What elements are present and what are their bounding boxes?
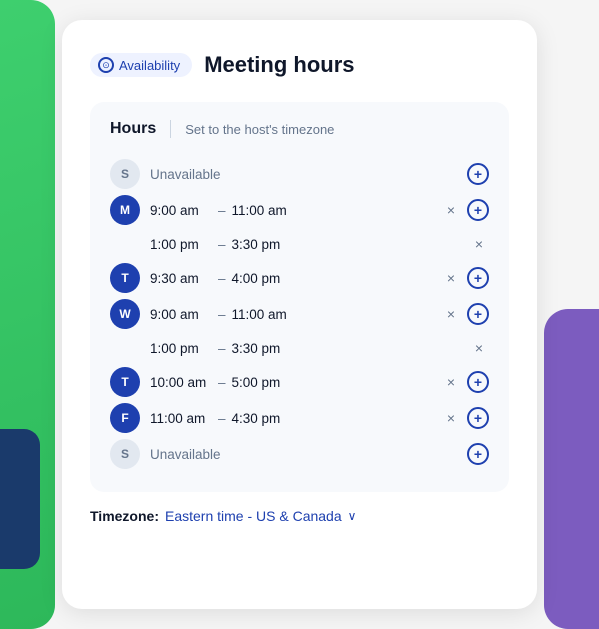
wednesday-actions-2: × [469,338,489,358]
wednesday-slot-2: 1:00 pm – 3:30 pm [150,341,469,356]
table-row: T 9:30 am – 4:00 pm × + [110,260,489,296]
hours-label: Hours [110,120,156,138]
table-row: W 9:00 am – 11:00 am × + [110,296,489,332]
dash: – [218,271,226,286]
availability-label: Availability [119,58,180,73]
table-row: S Unavailable + [110,156,489,192]
bg-purple-shape [544,309,599,629]
day-badge-tuesday: T [110,263,140,293]
remove-monday-1-button[interactable]: × [441,200,461,220]
saturday-actions: + [467,443,489,465]
friday-end-1: 4:30 pm [232,411,294,426]
unavailable-sunday: Unavailable [150,167,221,182]
table-row: T 10:00 am – 5:00 pm × + [110,364,489,400]
sunday-actions: + [467,163,489,185]
wednesday-start-2: 1:00 pm [150,341,212,356]
remove-wednesday-1-button[interactable]: × [441,304,461,324]
bg-blue-shape [0,429,40,569]
table-row: 1:00 pm – 3:30 pm × [110,228,489,260]
timezone-label: Timezone: [90,508,159,524]
wednesday-end-1: 11:00 am [232,307,294,322]
unavailable-saturday: Unavailable [150,447,221,462]
tuesday-slot-1: 9:30 am – 4:00 pm [150,271,441,286]
main-card: ⊙ Availability Meeting hours Hours Set t… [62,20,537,609]
monday-slot-1: 9:00 am – 11:00 am [150,203,441,218]
table-row: F 11:00 am – 4:30 pm × + [110,400,489,436]
availability-badge[interactable]: ⊙ Availability [90,53,192,77]
schedule-list: S Unavailable + M 9:00 am – 11:00 am × + [110,156,489,472]
timezone-footer[interactable]: Timezone: Eastern time - US & Canada ∨ [90,508,509,524]
remove-monday-2-button[interactable]: × [469,234,489,254]
monday-end-2: 3:30 pm [232,237,294,252]
monday-start-1: 9:00 am [150,203,212,218]
dash: – [218,341,226,356]
add-friday-slot-button[interactable]: + [467,407,489,429]
remove-thursday-1-button[interactable]: × [441,372,461,392]
dash: – [218,203,226,218]
table-row: 1:00 pm – 3:30 pm × [110,332,489,364]
tuesday-actions-1: × + [441,267,489,289]
monday-end-1: 11:00 am [232,203,294,218]
add-slot-sunday-button[interactable]: + [467,163,489,185]
day-badge-wednesday: W [110,299,140,329]
table-row: S Unavailable + [110,436,489,472]
add-monday-slot-button[interactable]: + [467,199,489,221]
friday-slot-1: 11:00 am – 4:30 pm [150,411,441,426]
wednesday-actions-1: × + [441,303,489,325]
dash: – [218,375,226,390]
tuesday-end-1: 4:00 pm [232,271,294,286]
monday-actions-2: × [469,234,489,254]
page-title: Meeting hours [204,52,354,78]
add-thursday-slot-button[interactable]: + [467,371,489,393]
day-badge-sunday: S [110,159,140,189]
wednesday-start-1: 9:00 am [150,307,212,322]
thursday-start-1: 10:00 am [150,375,212,390]
clock-icon: ⊙ [98,57,114,73]
friday-actions-1: × + [441,407,489,429]
day-badge-saturday: S [110,439,140,469]
day-badge-friday: F [110,403,140,433]
inner-box: Hours Set to the host's timezone S Unava… [90,102,509,492]
hours-header: Hours Set to the host's timezone [110,120,489,142]
friday-start-1: 11:00 am [150,411,212,426]
tuesday-start-1: 9:30 am [150,271,212,286]
wednesday-slot-1: 9:00 am – 11:00 am [150,307,441,322]
monday-slot-2: 1:00 pm – 3:30 pm [150,237,469,252]
add-wednesday-slot-button[interactable]: + [467,303,489,325]
add-slot-saturday-button[interactable]: + [467,443,489,465]
remove-tuesday-1-button[interactable]: × [441,268,461,288]
thursday-slot-1: 10:00 am – 5:00 pm [150,375,441,390]
remove-friday-1-button[interactable]: × [441,408,461,428]
monday-actions-1: × + [441,199,489,221]
timezone-value: Eastern time - US & Canada [165,508,342,524]
add-tuesday-slot-button[interactable]: + [467,267,489,289]
monday-start-2: 1:00 pm [150,237,212,252]
header: ⊙ Availability Meeting hours [90,52,509,78]
dash: – [218,237,226,252]
timezone-note: Set to the host's timezone [185,122,334,137]
dash: – [218,307,226,322]
day-badge-thursday: T [110,367,140,397]
table-row: M 9:00 am – 11:00 am × + [110,192,489,228]
dash: – [218,411,226,426]
hours-divider [170,120,171,138]
wednesday-end-2: 3:30 pm [232,341,294,356]
chevron-down-icon: ∨ [348,509,357,523]
day-badge-monday: M [110,195,140,225]
thursday-actions-1: × + [441,371,489,393]
thursday-end-1: 5:00 pm [232,375,294,390]
remove-wednesday-2-button[interactable]: × [469,338,489,358]
